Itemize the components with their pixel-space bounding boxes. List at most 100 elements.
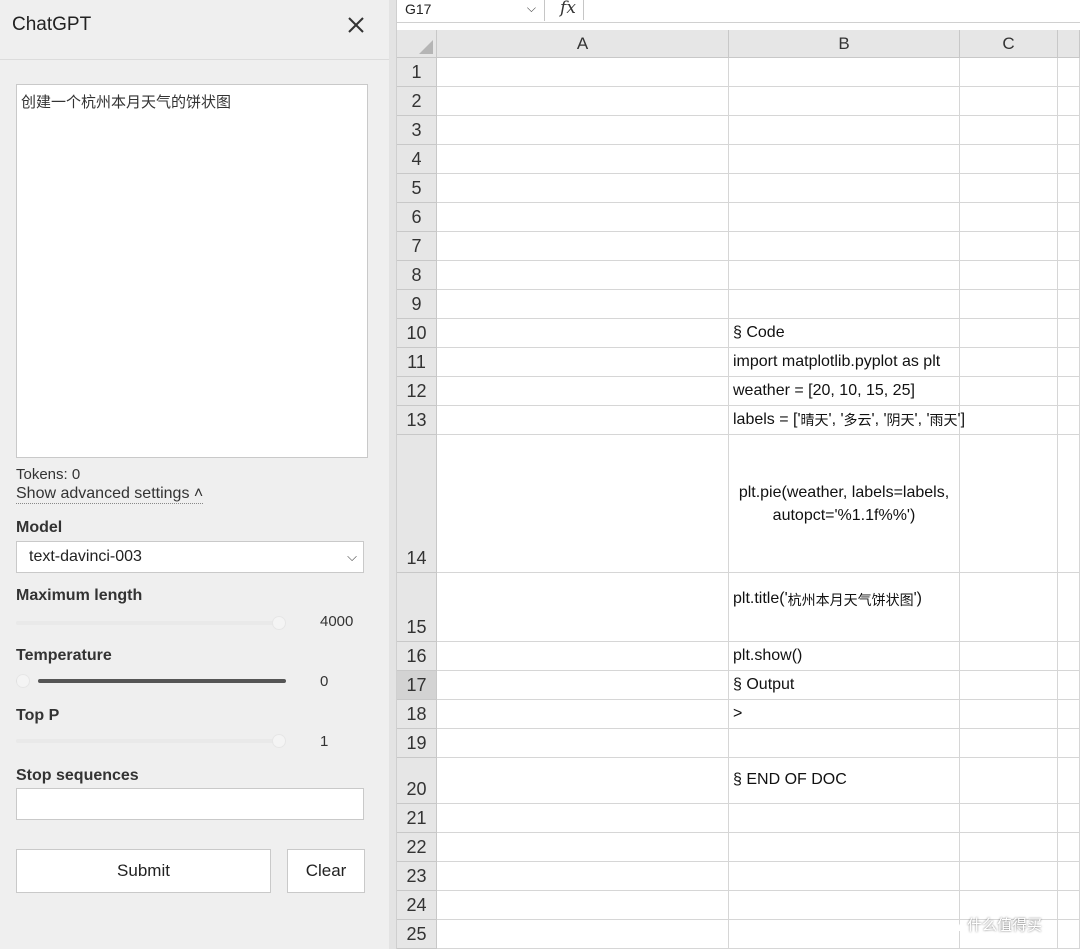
cell-d[interactable] bbox=[1058, 573, 1080, 642]
cell-d[interactable] bbox=[1058, 261, 1080, 290]
cell-d[interactable] bbox=[1058, 729, 1080, 758]
cell-a[interactable] bbox=[437, 261, 729, 290]
cell-d[interactable] bbox=[1058, 700, 1080, 729]
row-header[interactable]: 3 bbox=[397, 116, 437, 145]
cell-c[interactable] bbox=[960, 729, 1058, 758]
cell-d[interactable] bbox=[1058, 377, 1080, 406]
cell-c[interactable] bbox=[960, 377, 1058, 406]
row-header[interactable]: 19 bbox=[397, 729, 437, 758]
cell-d[interactable] bbox=[1058, 920, 1080, 949]
cell-c[interactable] bbox=[960, 406, 1058, 435]
cell-c[interactable] bbox=[960, 642, 1058, 671]
cell-d[interactable] bbox=[1058, 862, 1080, 891]
cell-a[interactable] bbox=[437, 87, 729, 116]
model-select[interactable]: text-davinci-003 ⌵ bbox=[16, 541, 364, 573]
cell-d[interactable] bbox=[1058, 642, 1080, 671]
cell-d[interactable] bbox=[1058, 671, 1080, 700]
cell-c[interactable] bbox=[960, 348, 1058, 377]
cell-b[interactable] bbox=[729, 58, 960, 87]
prompt-input[interactable]: 创建一个杭州本月天气的饼状图 bbox=[16, 84, 368, 458]
cell-d[interactable] bbox=[1058, 87, 1080, 116]
row-header[interactable]: 1 bbox=[397, 58, 437, 87]
temperature-slider[interactable] bbox=[16, 674, 286, 688]
cell-a[interactable] bbox=[437, 174, 729, 203]
cell-d[interactable] bbox=[1058, 290, 1080, 319]
row-header[interactable]: 2 bbox=[397, 87, 437, 116]
cell-d[interactable] bbox=[1058, 174, 1080, 203]
cell-c[interactable] bbox=[960, 319, 1058, 348]
row-header[interactable]: 17 bbox=[397, 671, 437, 700]
cell-b[interactable] bbox=[729, 920, 960, 949]
cell-c[interactable] bbox=[960, 435, 1058, 573]
cell-c[interactable] bbox=[960, 671, 1058, 700]
cell-d[interactable] bbox=[1058, 891, 1080, 920]
close-icon[interactable] bbox=[343, 12, 369, 38]
row-header[interactable]: 11 bbox=[397, 348, 437, 377]
cell-b[interactable] bbox=[729, 891, 960, 920]
cell-b[interactable]: plt.title(' 杭州本月天气饼状图 ') bbox=[729, 573, 960, 642]
name-box[interactable]: G17 ⌵ bbox=[399, 0, 545, 21]
cell-b[interactable] bbox=[729, 290, 960, 319]
cell-c[interactable] bbox=[960, 203, 1058, 232]
cell-a[interactable] bbox=[437, 203, 729, 232]
cell-a[interactable] bbox=[437, 319, 729, 348]
cell-b[interactable] bbox=[729, 87, 960, 116]
cell-b[interactable] bbox=[729, 232, 960, 261]
row-header[interactable]: 5 bbox=[397, 174, 437, 203]
top-p-slider[interactable] bbox=[16, 734, 286, 748]
pane-splitter[interactable] bbox=[389, 0, 397, 949]
row-header[interactable]: 20 bbox=[397, 758, 437, 804]
cell-c[interactable] bbox=[960, 862, 1058, 891]
cell-b[interactable]: weather = [20, 10, 15, 25] bbox=[729, 377, 960, 406]
cell-a[interactable] bbox=[437, 833, 729, 862]
cell-c[interactable] bbox=[960, 145, 1058, 174]
row-header[interactable]: 7 bbox=[397, 232, 437, 261]
max-length-slider[interactable] bbox=[16, 616, 286, 630]
cell-a[interactable] bbox=[437, 573, 729, 642]
cell-a[interactable] bbox=[437, 729, 729, 758]
cell-a[interactable] bbox=[437, 145, 729, 174]
cell-b[interactable] bbox=[729, 862, 960, 891]
row-header[interactable]: 8 bbox=[397, 261, 437, 290]
cell-b[interactable] bbox=[729, 116, 960, 145]
slider-thumb[interactable] bbox=[272, 616, 286, 630]
slider-thumb[interactable] bbox=[272, 734, 286, 748]
cell-a[interactable] bbox=[437, 290, 729, 319]
cell-c[interactable] bbox=[960, 700, 1058, 729]
row-header[interactable]: 24 bbox=[397, 891, 437, 920]
cell-d[interactable] bbox=[1058, 833, 1080, 862]
row-header[interactable]: 23 bbox=[397, 862, 437, 891]
cell-c[interactable] bbox=[960, 804, 1058, 833]
row-header[interactable]: 25 bbox=[397, 920, 437, 949]
slider-thumb[interactable] bbox=[16, 674, 30, 688]
row-header[interactable]: 6 bbox=[397, 203, 437, 232]
cell-c[interactable] bbox=[960, 174, 1058, 203]
row-header[interactable]: 10 bbox=[397, 319, 437, 348]
column-header-filler[interactable] bbox=[1058, 30, 1080, 58]
cell-c[interactable] bbox=[960, 116, 1058, 145]
cell-a[interactable] bbox=[437, 920, 729, 949]
cell-b[interactable] bbox=[729, 174, 960, 203]
row-header[interactable]: 16 bbox=[397, 642, 437, 671]
cell-d[interactable] bbox=[1058, 232, 1080, 261]
cell-a[interactable] bbox=[437, 758, 729, 804]
cell-b[interactable] bbox=[729, 804, 960, 833]
cell-c[interactable] bbox=[960, 833, 1058, 862]
cell-d[interactable] bbox=[1058, 116, 1080, 145]
row-header[interactable]: 9 bbox=[397, 290, 437, 319]
cell-d[interactable] bbox=[1058, 758, 1080, 804]
cell-d[interactable] bbox=[1058, 319, 1080, 348]
cell-c[interactable] bbox=[960, 758, 1058, 804]
cell-c[interactable] bbox=[960, 87, 1058, 116]
cell-b[interactable]: § END OF DOC bbox=[729, 758, 960, 804]
cell-a[interactable] bbox=[437, 116, 729, 145]
cell-b[interactable] bbox=[729, 833, 960, 862]
cell-b[interactable]: plt.pie(weather, labels=labels, autopct=… bbox=[729, 435, 960, 573]
cell-a[interactable] bbox=[437, 804, 729, 833]
cell-b[interactable]: plt.show() bbox=[729, 642, 960, 671]
cell-b[interactable]: > bbox=[729, 700, 960, 729]
clear-button[interactable]: Clear bbox=[287, 849, 365, 893]
row-header[interactable]: 18 bbox=[397, 700, 437, 729]
cell-b[interactable]: labels = [' 晴天 ', ' 多云 ', ' 阴天 ', ' 雨天 '] bbox=[729, 406, 965, 435]
cell-a[interactable] bbox=[437, 232, 729, 261]
